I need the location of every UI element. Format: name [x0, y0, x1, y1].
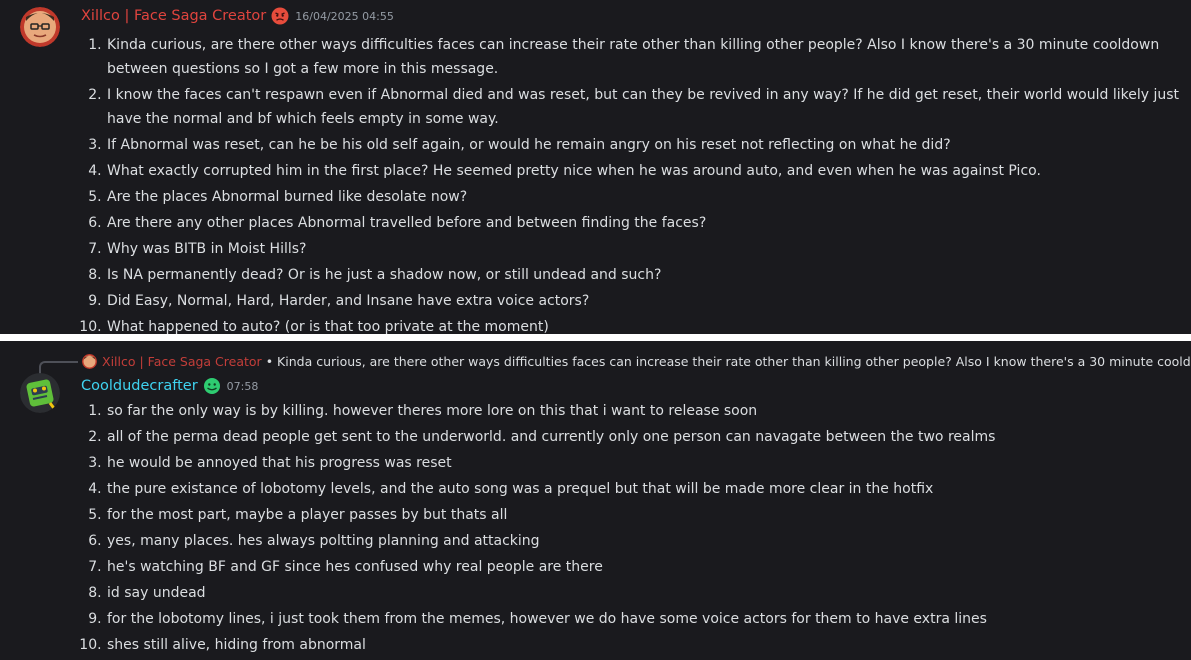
- list-item: Did Easy, Normal, Hard, Harder, and Insa…: [106, 289, 1191, 313]
- divider: [0, 334, 1191, 341]
- angry-face-icon: [271, 7, 289, 25]
- list-item: Is NA permanently dead? Or is he just a …: [106, 263, 1191, 287]
- list-item: Why was BITB in Moist Hills?: [106, 237, 1191, 261]
- message-cooldudecrafter: Xillco | Face Saga Creator • Kinda curio…: [0, 341, 1191, 660]
- answer-list: so far the only way is by killing. howev…: [66, 399, 1191, 659]
- list-item: Are the places Abnormal burned like deso…: [106, 185, 1191, 209]
- message-xillco: Xillco | Face Saga Creator 16/04/2025 04…: [0, 0, 1191, 334]
- list-item: If Abnormal was reset, can he be his old…: [106, 133, 1191, 157]
- list-item: id say undead: [106, 581, 1191, 605]
- reply-preview[interactable]: Xillco | Face Saga Creator • Kinda curio…: [82, 354, 1191, 369]
- list-item: for the lobotomy lines, i just took them…: [106, 607, 1191, 631]
- list-item: for the most part, maybe a player passes…: [106, 503, 1191, 527]
- username[interactable]: Xillco | Face Saga Creator: [81, 8, 266, 24]
- list-item: What happened to auto? (or is that too p…: [106, 315, 1191, 334]
- username[interactable]: Cooldudecrafter: [81, 378, 198, 394]
- list-item: the pure existance of lobotomy levels, a…: [106, 477, 1191, 501]
- avatar[interactable]: [20, 7, 60, 47]
- green-face-icon: [203, 377, 221, 395]
- message-header: Cooldudecrafter 07:58: [81, 377, 258, 395]
- list-item: so far the only way is by killing. howev…: [106, 399, 1191, 423]
- reply-username[interactable]: Xillco | Face Saga Creator: [102, 354, 262, 369]
- list-item: he's watching BF and GF since hes confus…: [106, 555, 1191, 579]
- list-item: Are there any other places Abnormal trav…: [106, 211, 1191, 235]
- list-item: What exactly corrupted him in the first …: [106, 159, 1191, 183]
- list-item: I know the faces can't respawn even if A…: [106, 83, 1191, 131]
- reply-text: • Kinda curious, are there other ways di…: [265, 354, 1191, 369]
- question-list: Kinda curious, are there other ways diff…: [66, 33, 1191, 334]
- list-item: yes, many places. hes always poltting pl…: [106, 529, 1191, 553]
- list-item: he would be annoyed that his progress wa…: [106, 451, 1191, 475]
- avatar[interactable]: [20, 373, 60, 413]
- reply-avatar: [82, 354, 97, 369]
- list-item: all of the perma dead people get sent to…: [106, 425, 1191, 449]
- timestamp[interactable]: 07:58: [227, 380, 259, 393]
- list-item: shes still alive, hiding from abnormal: [106, 633, 1191, 657]
- timestamp[interactable]: 16/04/2025 04:55: [295, 10, 394, 23]
- list-item: Kinda curious, are there other ways diff…: [106, 33, 1191, 81]
- message-header: Xillco | Face Saga Creator 16/04/2025 04…: [81, 7, 394, 25]
